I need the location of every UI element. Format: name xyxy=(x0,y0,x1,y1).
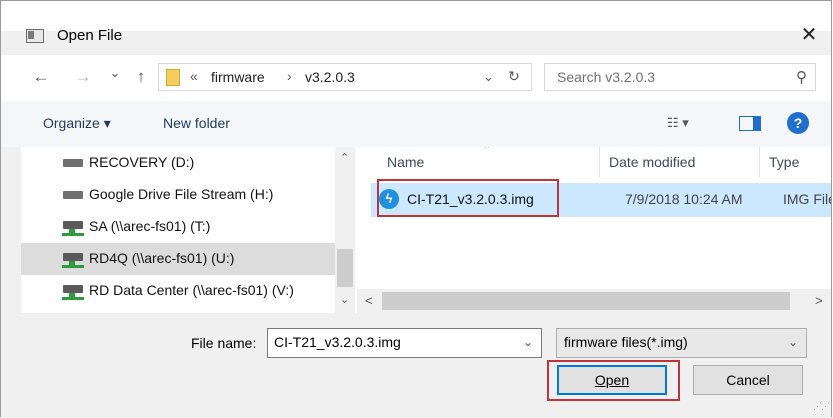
help-icon[interactable]: ? xyxy=(787,112,809,134)
chevron-down-icon[interactable]: ⌄ xyxy=(523,335,533,349)
network-drive-icon xyxy=(62,221,84,236)
cancel-button[interactable]: Cancel xyxy=(693,365,803,395)
drive-icon xyxy=(63,191,83,199)
nav-item-rd-data-center[interactable]: RD Data Center (\\arec-fs01) (V:) xyxy=(21,275,335,307)
command-toolbar: Organize ▾ New folder ☷ ▾ ? xyxy=(1,101,831,147)
nav-item-label: Google Drive File Stream (H:) xyxy=(89,186,274,202)
column-header-type[interactable]: Type xyxy=(769,154,799,170)
scroll-up-icon[interactable]: ⌃ xyxy=(340,151,349,164)
file-date-cell: 7/9/2018 10:24 AM xyxy=(625,191,743,207)
file-list: Name ⌃ Date modified Type ϟ CI-T21_v3.2.… xyxy=(357,147,831,289)
view-options-icon[interactable]: ☷ ▾ xyxy=(667,115,689,131)
nav-item-sa[interactable]: SA (\\arec-fs01) (T:) xyxy=(21,211,335,243)
file-list-scrollbar[interactable]: < > xyxy=(357,289,831,313)
sort-ascending-icon: ⌃ xyxy=(482,147,492,156)
network-drive-icon xyxy=(62,285,84,300)
recent-locations-icon[interactable]: ⌄ xyxy=(105,65,125,81)
column-divider[interactable] xyxy=(759,147,760,177)
scroll-right-icon[interactable]: > xyxy=(815,293,823,308)
preview-pane-icon[interactable] xyxy=(739,116,761,131)
file-type-filter-value: firmware files(*.img) xyxy=(564,334,688,350)
up-folder-icon[interactable]: ↑ xyxy=(131,67,151,87)
organize-menu[interactable]: Organize ▾ xyxy=(43,115,111,132)
file-name-field[interactable] xyxy=(274,334,514,350)
search-icon[interactable]: ⚲ xyxy=(796,68,807,86)
nav-pane-scrollbar[interactable]: ⌃ ⌄ xyxy=(335,147,355,313)
column-header-name[interactable]: Name xyxy=(387,154,424,170)
window-icon xyxy=(26,29,44,43)
column-header-date[interactable]: Date modified xyxy=(609,154,695,170)
nav-item-rd4q[interactable]: RD4Q (\\arec-fs01) (U:) xyxy=(21,243,335,275)
back-arrow-icon[interactable]: ← xyxy=(31,67,51,87)
nav-item-label: RD Data Center (\\arec-fs01) (V:) xyxy=(89,282,294,298)
scroll-left-icon[interactable]: < xyxy=(365,293,373,308)
search-placeholder: Search v3.2.0.3 xyxy=(557,69,656,85)
breadcrumb-overflow[interactable]: « xyxy=(190,68,198,84)
file-name-combobox[interactable]: ⌄ xyxy=(267,328,542,358)
nav-item-recovery[interactable]: RECOVERY (D:) xyxy=(21,147,335,179)
search-box[interactable]: Search v3.2.0.3 ⚲ xyxy=(544,63,816,91)
file-name-label: File name: xyxy=(191,335,257,351)
forward-arrow-icon[interactable]: → xyxy=(73,67,93,87)
address-bar[interactable]: « firmware › v3.2.0.3 ⌄ ↻ xyxy=(158,63,532,91)
nav-item-label: RECOVERY (D:) xyxy=(89,154,195,170)
address-row: ← → ⌄ ↑ « firmware › v3.2.0.3 ⌄ ↻ Search… xyxy=(1,55,831,101)
scrollbar-thumb[interactable] xyxy=(382,292,790,310)
drive-icon xyxy=(63,159,83,167)
open-file-dialog: Open File ✕ ← → ⌄ ↑ « firmware › v3.2.0.… xyxy=(0,0,832,418)
resize-grip-icon[interactable]: ⋰⋰ xyxy=(813,401,830,412)
network-drive-icon xyxy=(62,253,84,268)
navigation-pane: RECOVERY (D:) Google Drive File Stream (… xyxy=(21,147,357,313)
breadcrumb-v3203[interactable]: v3.2.0.3 xyxy=(305,69,355,85)
window-title: Open File xyxy=(57,27,123,44)
breadcrumb-separator: › xyxy=(287,68,292,84)
file-type-filter[interactable]: firmware files(*.img) ⌄ xyxy=(556,328,807,358)
open-highlight-box xyxy=(547,360,680,401)
address-dropdown-icon[interactable]: ⌄ xyxy=(483,69,494,85)
nav-item-label: SA (\\arec-fs01) (T:) xyxy=(89,218,211,234)
nav-item-label: RD4Q (\\arec-fs01) (U:) xyxy=(89,250,235,266)
scroll-down-icon[interactable]: ⌄ xyxy=(340,293,349,306)
title-bar xyxy=(1,1,831,31)
close-button[interactable]: ✕ xyxy=(797,23,821,47)
refresh-icon[interactable]: ↻ xyxy=(508,68,520,85)
file-highlight-box xyxy=(377,179,559,217)
nav-item-google-drive[interactable]: Google Drive File Stream (H:) xyxy=(21,179,335,211)
new-folder-button[interactable]: New folder xyxy=(163,115,230,131)
chevron-down-icon[interactable]: ⌄ xyxy=(788,335,798,349)
column-divider[interactable] xyxy=(599,147,600,177)
bottom-panel: File name: ⌄ firmware files(*.img) ⌄ Ope… xyxy=(1,313,831,418)
scrollbar-thumb[interactable] xyxy=(337,249,353,287)
breadcrumb-firmware[interactable]: firmware xyxy=(211,69,265,85)
folder-icon xyxy=(166,69,180,86)
file-type-cell: IMG File xyxy=(783,191,831,207)
